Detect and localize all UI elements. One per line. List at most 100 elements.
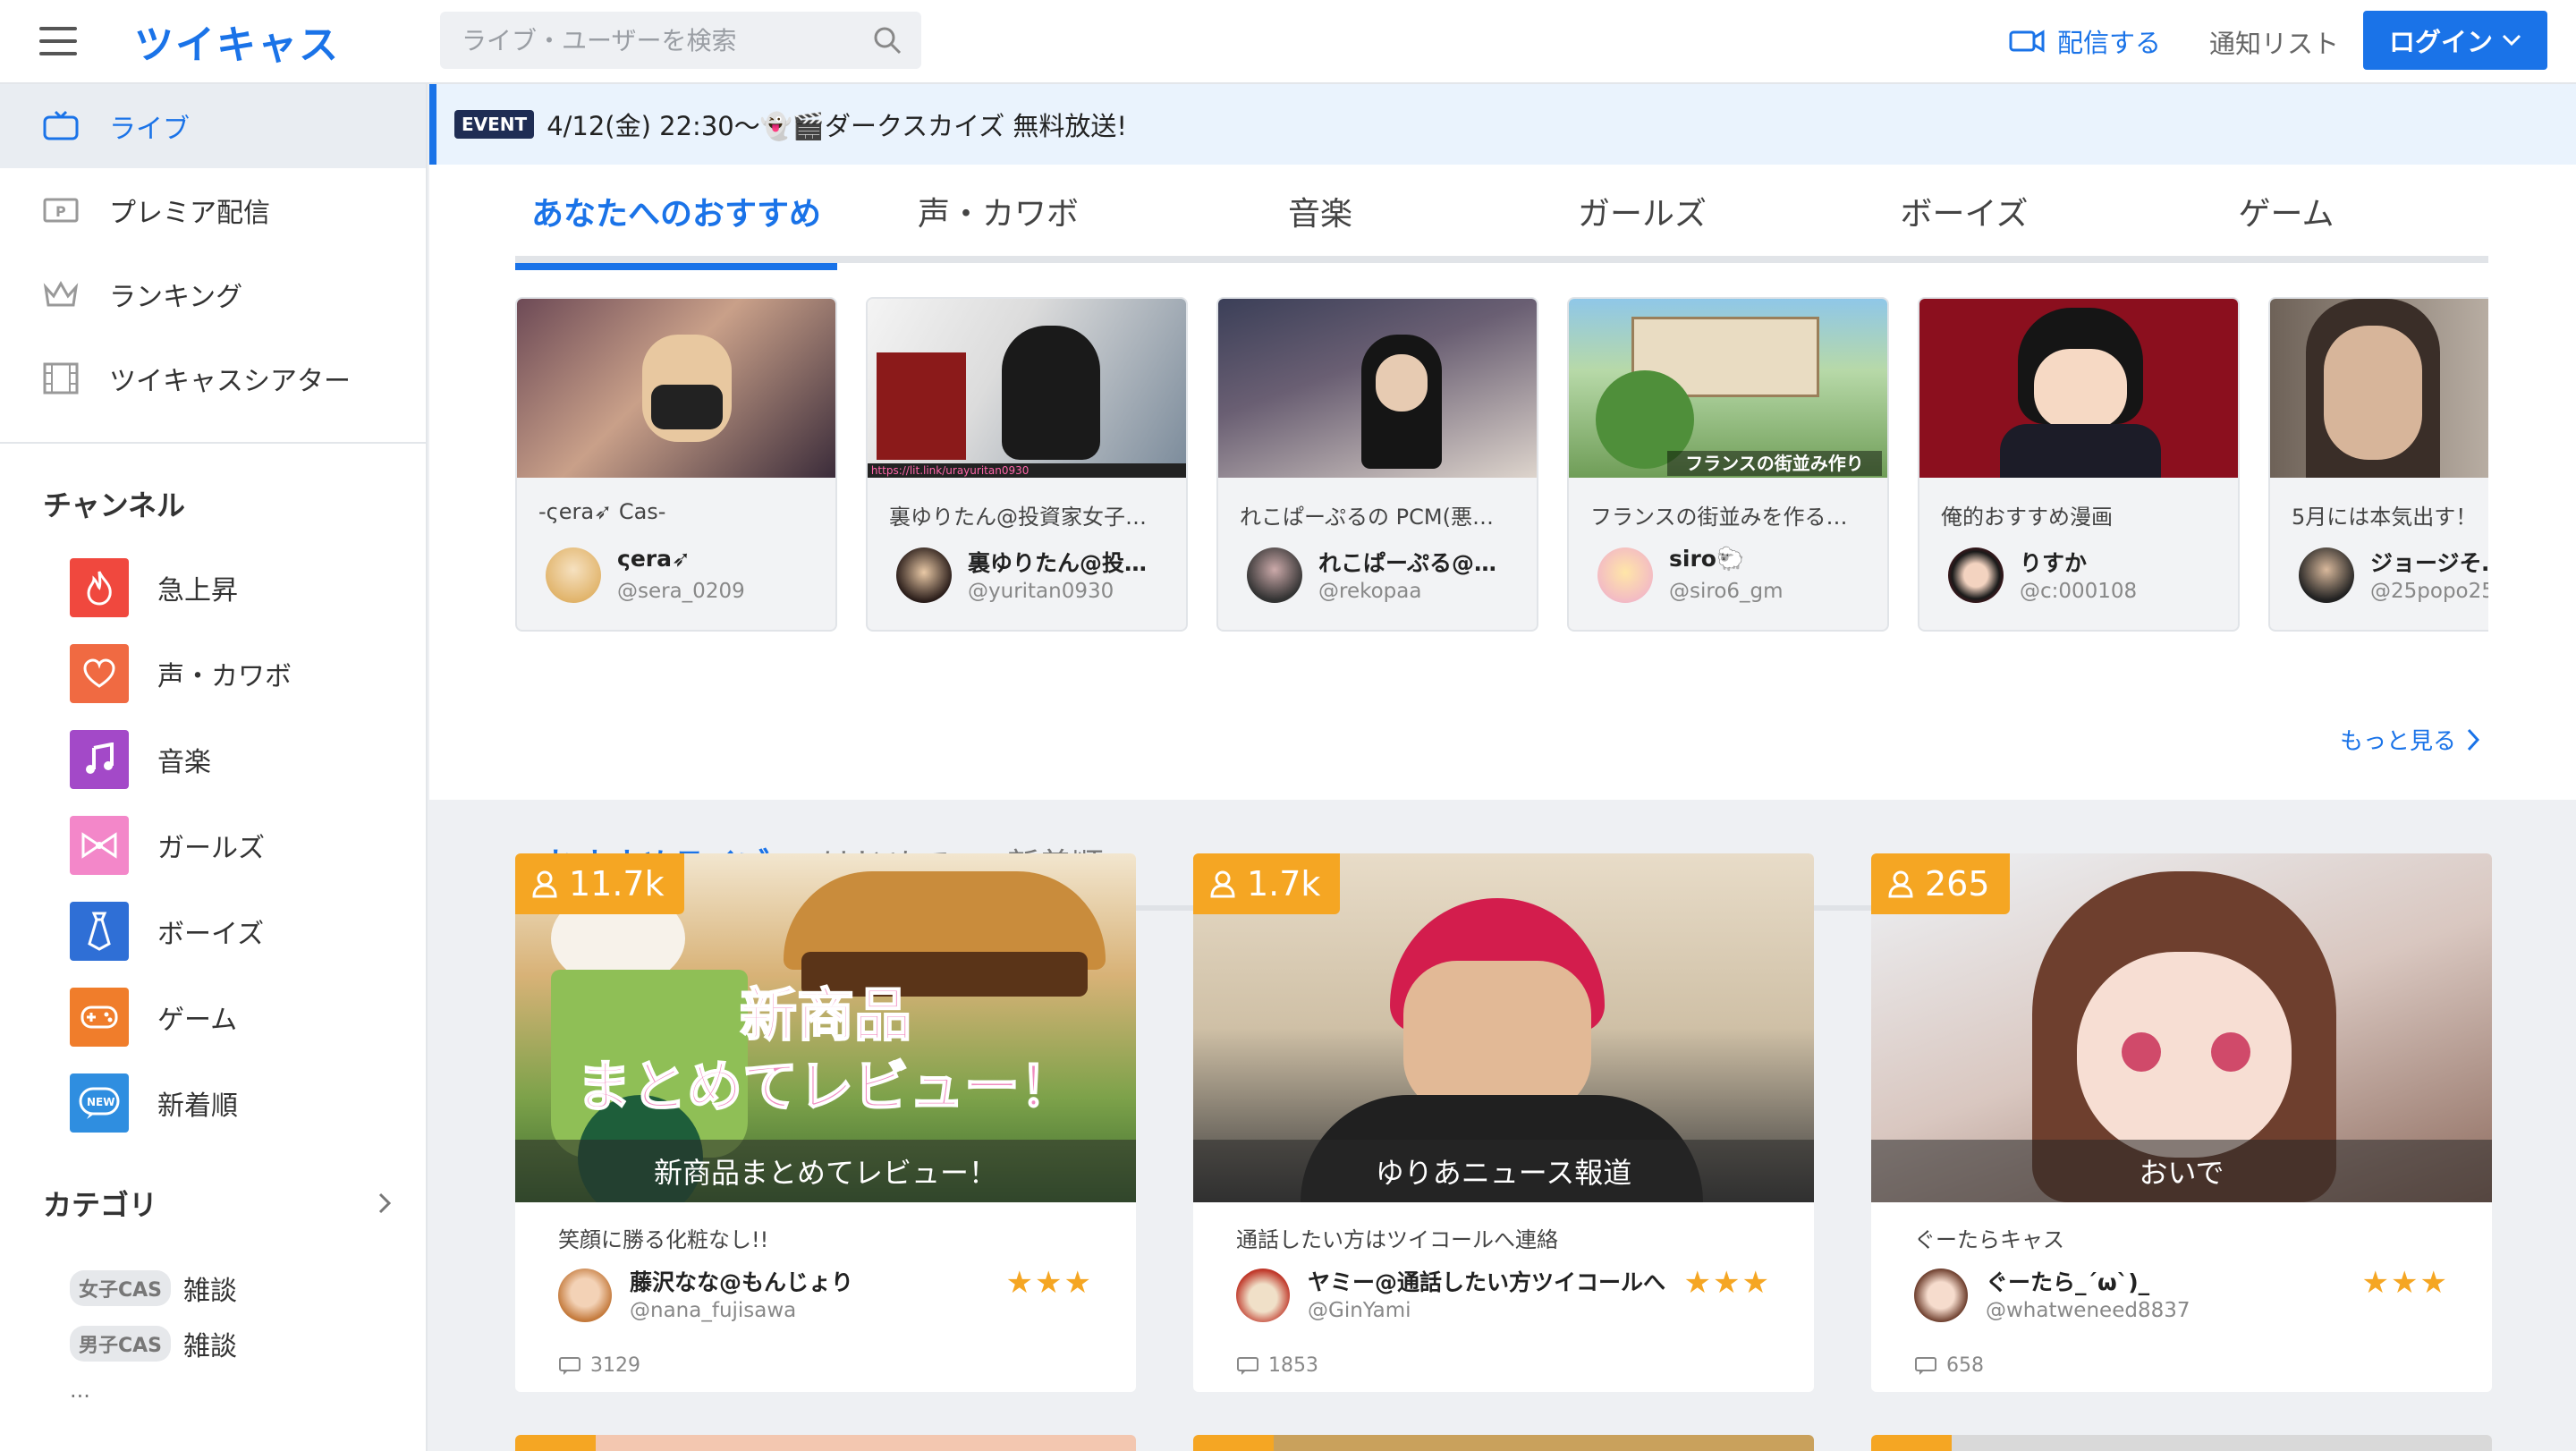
sidebar: ライブ P プレミア配信 ランキング ツイキャスシアター チャンネル 急上昇 声… <box>0 84 428 1451</box>
thumbnail-overlay-text: 新商品 <box>739 982 912 1050</box>
sidebar-item-live[interactable]: ライブ <box>0 84 426 168</box>
logo[interactable]: ツイキャス <box>134 13 340 70</box>
rec-card[interactable]: https://lit.link/urayuritan0930 裏ゆりたん@投資… <box>866 297 1188 632</box>
user-name: 藤沢なな@もんじょり <box>630 1269 854 1295</box>
user-handle: @whatweneed8837 <box>1986 1299 2190 1322</box>
menu-icon[interactable] <box>39 27 77 55</box>
notification-list-link[interactable]: 通知リスト <box>2209 23 2339 61</box>
stream-thumbnail: https://lit.link/urayuritan0930 <box>868 299 1186 478</box>
new-badge-icon: NEW <box>70 1073 129 1133</box>
event-text: 4/12(金) 22:30〜👻🎬ダークスカイズ 無料放送! <box>547 111 1128 141</box>
broadcast-label: 配信する <box>2057 28 2162 58</box>
sidebar-item-ranking[interactable]: ランキング <box>0 252 426 336</box>
avatar <box>1247 547 1302 603</box>
categories-more[interactable]: ... <box>70 1378 90 1403</box>
comment-count: 1853 <box>1236 1354 1318 1377</box>
event-tag: EVENT <box>454 110 535 139</box>
category-girls-chat[interactable]: 女子CAS 雑談 <box>70 1269 237 1308</box>
gamepad-icon <box>70 988 129 1047</box>
comment-count-value: 658 <box>1946 1354 1984 1377</box>
avatar <box>1948 547 2004 603</box>
sidebar-item-premier[interactable]: P プレミア配信 <box>0 168 426 252</box>
category-boys-chat[interactable]: 男子CAS 雑談 <box>70 1324 237 1363</box>
category-label: 雑談 <box>183 1331 238 1362</box>
top-header: ツイキャス 配信する 通知リスト ログイン <box>0 0 2576 84</box>
channel-boys[interactable]: ボーイズ <box>70 902 264 961</box>
user-name: れこぱーぷる@… <box>1318 550 1497 576</box>
live-card-partial[interactable] <box>1871 1435 2492 1451</box>
comment-count: 658 <box>1914 1354 1984 1377</box>
chevron-right-icon[interactable] <box>377 1192 392 1215</box>
sidebar-item-label: ライブ <box>109 114 190 145</box>
live-card[interactable]: おいで 265 ぐーたらキャス ぐーたら_´ω`)_ @whatweneed88… <box>1871 853 2492 1392</box>
channel-new[interactable]: NEW 新着順 <box>70 1073 238 1133</box>
avatar <box>1236 1269 1290 1322</box>
channel-voice[interactable]: 声・カワボ <box>70 644 292 703</box>
user-icon <box>532 870 557 898</box>
main-content: EVENT 4/12(金) 22:30〜👻🎬ダークスカイズ 無料放送! あなたへ… <box>429 84 2576 1451</box>
user-handle: @rekopaa <box>1318 580 1422 603</box>
channel-girls[interactable]: ガールズ <box>70 816 265 875</box>
channel-label: ゲーム <box>157 1005 238 1036</box>
user-name: りすか <box>2020 550 2088 576</box>
channel-label: 新着順 <box>157 1090 238 1122</box>
rec-card[interactable]: -ςera➶ Cas- ςera➶ @sera_0209 <box>515 297 837 632</box>
viewer-count: 11.7k <box>569 864 665 904</box>
viewer-count-badge: 265 <box>1871 853 2010 914</box>
see-more-link[interactable]: もっと見る <box>2340 723 2480 756</box>
svg-text:NEW: NEW <box>87 1096 114 1108</box>
live-card-partial[interactable] <box>515 1435 1136 1451</box>
stream-description: ぐーたらキャス <box>1914 1227 2064 1252</box>
music-note-icon <box>70 730 129 789</box>
stream-description: 笑顔に勝る化粧なし!! <box>558 1227 769 1252</box>
ribbon-icon <box>70 816 129 875</box>
channels-heading: チャンネル <box>43 488 186 522</box>
search-input[interactable] <box>440 12 834 69</box>
rec-card[interactable]: 5月には本気出す！ ジョージそ… @25popo25 <box>2268 297 2488 632</box>
login-button[interactable]: ログイン <box>2363 11 2547 70</box>
channel-trending[interactable]: 急上昇 <box>70 558 238 617</box>
video-camera-icon <box>2009 30 2045 53</box>
event-banner[interactable]: EVENT 4/12(金) 22:30〜👻🎬ダークスカイズ 無料放送! <box>429 84 2576 165</box>
stream-title: 裏ゆりたん@投資家女子… <box>889 505 1147 530</box>
stream-title: フランスの街並みを作る… <box>1590 505 1848 530</box>
rating-stars: ★★★ <box>1005 1265 1093 1301</box>
stream-caption: 新商品まとめてレビュー！ <box>515 1140 1136 1202</box>
rec-card[interactable]: フランスの街並み作り フランスの街並みを作る… siro🐑 @siro6_gm <box>1567 297 1889 632</box>
stream-title: -ςera➶ Cas- <box>538 499 666 524</box>
rating-stars: ★★★ <box>2361 1265 2449 1301</box>
see-more-label: もっと見る <box>2340 728 2457 755</box>
chevron-down-icon <box>2502 34 2521 47</box>
categories-heading: カテゴリ <box>43 1188 158 1222</box>
user-icon <box>1888 870 1913 898</box>
search-icon[interactable] <box>873 26 902 55</box>
sidebar-item-theater[interactable]: ツイキャスシアター <box>0 336 426 420</box>
sidebar-item-label: ランキング <box>109 282 243 313</box>
avatar <box>546 547 601 603</box>
stream-title: れこぱーぷるの PCM(悪… <box>1240 505 1494 530</box>
sidebar-divider <box>0 442 426 444</box>
channel-music[interactable]: 音楽 <box>70 730 211 789</box>
viewer-count-badge: 1.7k <box>1193 853 1341 914</box>
comment-icon <box>1915 1356 1936 1375</box>
category-tag: 女子CAS <box>70 1270 172 1306</box>
avatar <box>1597 547 1653 603</box>
comment-count-value: 1853 <box>1268 1354 1318 1377</box>
channel-label: 音楽 <box>157 747 211 778</box>
thumbnail-overlay-text: まとめてレビュー！ <box>575 1053 1076 1120</box>
live-card[interactable]: 新商品 まとめてレビュー！ 新商品まとめてレビュー！ 11.7k 笑顔に勝る化粧… <box>515 853 1136 1392</box>
user-handle: @c:000108 <box>2020 580 2138 603</box>
live-card-partial[interactable] <box>1193 1435 1814 1451</box>
channel-label: ガールズ <box>157 833 265 864</box>
user-name: ςera➶ <box>617 546 691 572</box>
flame-icon <box>70 558 129 617</box>
chevron-right-icon <box>2467 728 2480 751</box>
broadcast-button[interactable]: 配信する <box>2009 20 2161 63</box>
rec-card[interactable]: 俺的おすすめ漫画 りすか @c:000108 <box>1918 297 2240 632</box>
rec-card[interactable]: れこぱーぷるの PCM(悪… れこぱーぷる@… @rekopaa <box>1216 297 1538 632</box>
live-card[interactable]: ゆりあニュース報道 1.7k 通話したい方はツイコールへ連絡 ヤミー@通話したい… <box>1193 853 1814 1392</box>
channel-game[interactable]: ゲーム <box>70 988 237 1047</box>
viewer-count-badge: 11.7k <box>515 853 684 914</box>
comment-icon <box>1237 1356 1258 1375</box>
recommend-carousel: -ςera➶ Cas- ςera➶ @sera_0209 https://lit… <box>515 165 2488 800</box>
